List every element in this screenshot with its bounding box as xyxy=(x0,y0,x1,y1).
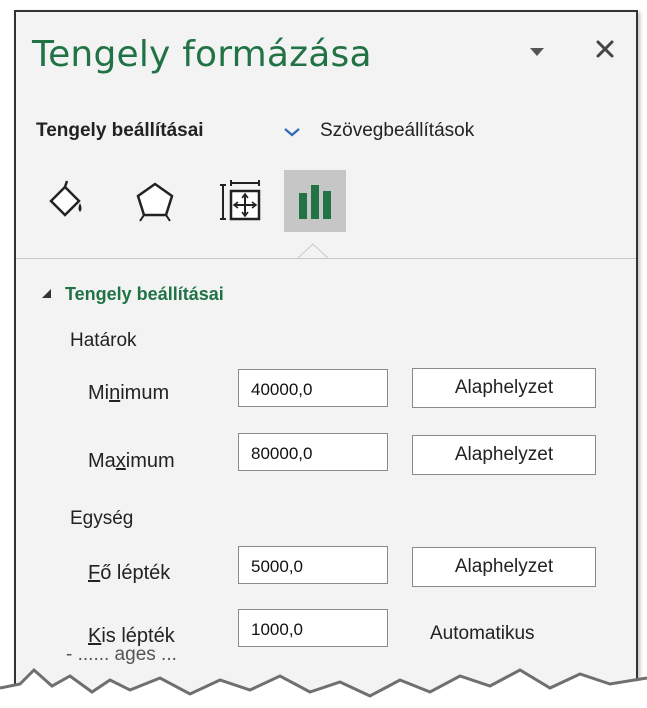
maximum-label-post: imum xyxy=(125,450,175,472)
tab-axis-options[interactable]: Tengely beállításai xyxy=(36,120,204,142)
pane-title: Tengely formázása xyxy=(32,34,372,75)
maximum-label-accesskey: x xyxy=(115,450,126,472)
triangle-down-icon[interactable] xyxy=(526,40,548,62)
size-properties-icon[interactable] xyxy=(210,170,272,232)
tab-text-options[interactable]: Szövegbeállítások xyxy=(320,120,474,142)
axis-options-bar-chart-icon[interactable] xyxy=(284,170,346,232)
maximum-input[interactable] xyxy=(238,433,388,471)
maximum-label-pre: Ma xyxy=(88,450,116,472)
format-axis-pane: Tengely formázása Tengely beállításai Sz… xyxy=(14,10,638,702)
major-unit-input[interactable] xyxy=(238,546,388,584)
units-label: Egység xyxy=(70,508,134,529)
section-title: Tengely beállításai xyxy=(65,284,224,304)
minimum-input[interactable] xyxy=(238,369,388,407)
divider xyxy=(16,258,636,259)
bounds-label: Határok xyxy=(70,330,137,351)
collapse-triangle-icon xyxy=(42,289,51,298)
major-unit-label: Fő lépték xyxy=(88,562,170,585)
minimum-label-pre: Mi xyxy=(88,382,110,404)
maximum-label: Maximum xyxy=(88,450,175,473)
maximum-reset-button[interactable]: Alaphelyzet xyxy=(412,435,596,475)
major-label-accesskey: F xyxy=(88,562,101,584)
close-icon[interactable] xyxy=(592,36,618,62)
section-header-axis-options[interactable]: Tengely beállításai xyxy=(42,284,224,305)
minimum-label-accesskey: n xyxy=(109,382,121,404)
fill-line-icon[interactable] xyxy=(34,170,96,232)
major-unit-reset-button[interactable]: Alaphelyzet xyxy=(412,547,596,587)
chevron-down-icon[interactable] xyxy=(282,124,302,140)
torn-paper-edge xyxy=(0,667,647,708)
major-label-post: ő lépték xyxy=(100,562,171,584)
effects-pentagon-icon[interactable] xyxy=(124,170,186,232)
minimum-label: Minimum xyxy=(88,382,169,405)
minimum-label-post: imum xyxy=(120,382,170,404)
minimum-reset-button[interactable]: Alaphelyzet xyxy=(412,368,596,408)
